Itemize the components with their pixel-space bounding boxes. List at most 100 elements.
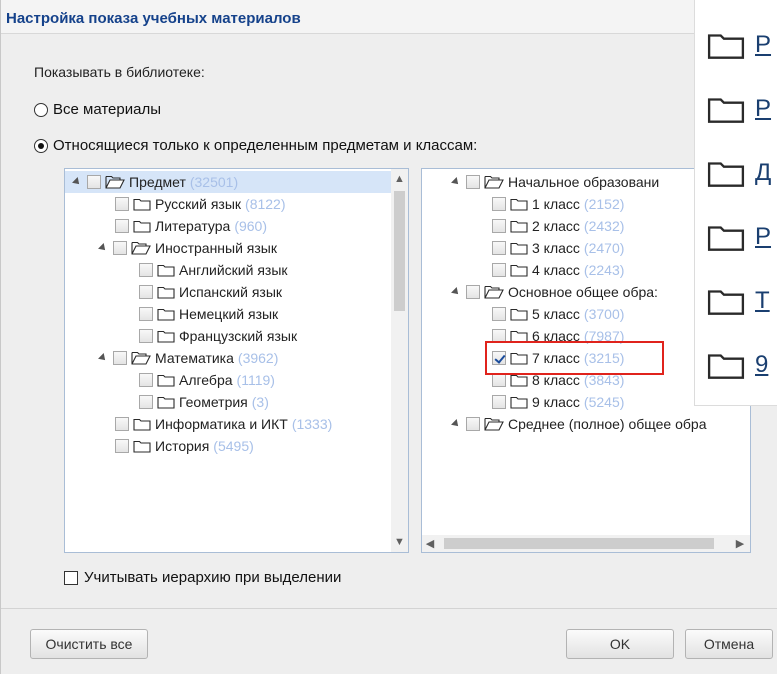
folder-icon (133, 197, 151, 211)
node-checkbox[interactable] (87, 175, 101, 189)
scrollbar-thumb[interactable] (444, 538, 714, 549)
folder-link[interactable]: Д (755, 159, 771, 187)
tree-node-primary[interactable]: Начальное образовани (451, 171, 659, 193)
tree-node-english[interactable]: Английский язык (139, 259, 288, 281)
node-checkbox[interactable] (139, 329, 153, 343)
collapse-arrow-icon[interactable] (72, 177, 82, 187)
tree-node-grade-5[interactable]: 5 класс (3700) (492, 303, 624, 325)
folder-icon (157, 395, 175, 409)
folder-icon (510, 263, 528, 277)
node-checkbox[interactable] (466, 285, 480, 299)
tree-node-algebra[interactable]: Алгебра (1119) (139, 369, 275, 391)
tree-node-grade-3[interactable]: 3 класс (2470) (492, 237, 624, 259)
folder-icon (510, 219, 528, 233)
node-checkbox[interactable] (139, 395, 153, 409)
tree-node-german[interactable]: Немецкий язык (139, 303, 278, 325)
tree-node-math[interactable]: Математика (3962) (98, 347, 279, 369)
node-checkbox[interactable] (492, 197, 506, 211)
node-checkbox[interactable] (113, 241, 127, 255)
node-checkbox[interactable] (139, 307, 153, 321)
collapse-arrow-icon[interactable] (98, 243, 108, 253)
folder-icon (510, 241, 528, 255)
folder-list-item[interactable]: 9 (695, 336, 777, 394)
node-checkbox[interactable] (139, 373, 153, 387)
hierarchy-checkbox[interactable] (64, 570, 78, 585)
node-label: Литература (155, 218, 231, 234)
tree-node-russian[interactable]: Русский язык (8122) (115, 193, 286, 215)
tree-node-geometry[interactable]: Геометрия (3) (139, 391, 269, 413)
folder-icon (707, 30, 745, 60)
node-checkbox[interactable] (115, 197, 129, 211)
grades-horizontal-scrollbar[interactable]: ◀ ▶ (422, 535, 750, 552)
node-checkbox[interactable] (139, 285, 153, 299)
scroll-up-icon[interactable]: ▲ (391, 173, 408, 185)
folder-list-item[interactable]: Т (695, 272, 777, 330)
tree-node-grade-9[interactable]: 9 класс (5245) (492, 391, 624, 413)
scroll-right-icon[interactable]: ▶ (734, 538, 746, 550)
hierarchy-checkbox-row[interactable]: Учитывать иерархию при выделении (64, 569, 341, 586)
ok-button[interactable]: OK (566, 629, 674, 659)
folder-icon (510, 395, 528, 409)
tree-node-spanish[interactable]: Испанский язык (139, 281, 282, 303)
node-label: Иностранный язык (155, 240, 277, 256)
radio-all-indicator[interactable] (34, 102, 48, 117)
node-label: Немецкий язык (179, 306, 279, 322)
radio-all-materials[interactable]: Все материалы (34, 101, 161, 118)
collapse-arrow-icon[interactable] (98, 353, 108, 363)
tree-node-subject[interactable]: Предмет (32501) (65, 171, 391, 193)
node-count: (3962) (237, 350, 279, 366)
folder-link[interactable]: Р (755, 31, 771, 59)
node-label: Французский язык (179, 328, 298, 344)
node-checkbox[interactable] (492, 263, 506, 277)
tree-node-grade-1[interactable]: 1 класс (2152) (492, 193, 624, 215)
subjects-vertical-scrollbar[interactable]: ▲ ▼ (391, 169, 408, 552)
tree-node-secondary[interactable]: Среднее (полное) общее обра (451, 413, 707, 435)
tree-node-literature[interactable]: Литература (960) (115, 215, 267, 237)
radio-specific-indicator[interactable] (34, 138, 48, 153)
clear-all-button[interactable]: Очистить все (30, 629, 148, 659)
collapse-arrow-icon[interactable] (451, 287, 461, 297)
node-checkbox[interactable] (115, 219, 129, 233)
tree-node-foreign-language[interactable]: Иностранный язык (98, 237, 277, 259)
node-checkbox[interactable] (139, 263, 153, 277)
node-checkbox[interactable] (466, 175, 480, 189)
node-label: 9 класс (532, 394, 580, 410)
node-label: 4 класс (532, 262, 580, 278)
tree-node-french[interactable]: Французский язык (139, 325, 297, 347)
node-checkbox[interactable] (492, 307, 506, 321)
node-checkbox[interactable] (492, 219, 506, 233)
folder-link[interactable]: 9 (755, 351, 768, 379)
collapse-arrow-icon[interactable] (451, 419, 461, 429)
node-checkbox[interactable] (492, 373, 506, 387)
node-label: Испанский язык (179, 284, 283, 300)
tree-node-grade-2[interactable]: 2 класс (2432) (492, 215, 624, 237)
folder-list-item[interactable]: Д (695, 144, 777, 202)
folder-list-item[interactable]: Р (695, 80, 777, 138)
node-checkbox[interactable] (113, 351, 127, 365)
scrollbar-thumb[interactable] (394, 191, 405, 311)
folder-icon (133, 219, 151, 233)
scroll-down-icon[interactable]: ▼ (391, 536, 408, 548)
node-checkbox[interactable] (115, 439, 129, 453)
node-label: Основное общее обра: (508, 284, 658, 300)
folder-link[interactable]: Т (755, 287, 770, 315)
radio-specific-label: Относящиеся только к определенным предме… (53, 137, 478, 154)
folder-open-icon (484, 175, 504, 189)
node-checkbox[interactable] (492, 395, 506, 409)
tree-node-grade-4[interactable]: 4 класс (2243) (492, 259, 624, 281)
folder-list-item[interactable]: Р (695, 208, 777, 266)
cancel-button[interactable]: Отмена (685, 629, 773, 659)
tree-node-basic-general[interactable]: Основное общее обра: (451, 281, 658, 303)
tree-node-informatics[interactable]: Информатика и ИКТ (1333) (115, 413, 332, 435)
tree-node-history[interactable]: История (5495) (115, 435, 254, 457)
folder-link[interactable]: Р (755, 95, 771, 123)
node-checkbox[interactable] (466, 417, 480, 431)
radio-specific-materials[interactable]: Относящиеся только к определенным предме… (34, 137, 477, 154)
node-label: Математика (155, 350, 234, 366)
folder-link[interactable]: Р (755, 223, 771, 251)
folder-list-item[interactable]: Р (695, 16, 777, 74)
collapse-arrow-icon[interactable] (451, 177, 461, 187)
node-checkbox[interactable] (492, 241, 506, 255)
node-checkbox[interactable] (115, 417, 129, 431)
scroll-left-icon[interactable]: ◀ (424, 538, 436, 550)
